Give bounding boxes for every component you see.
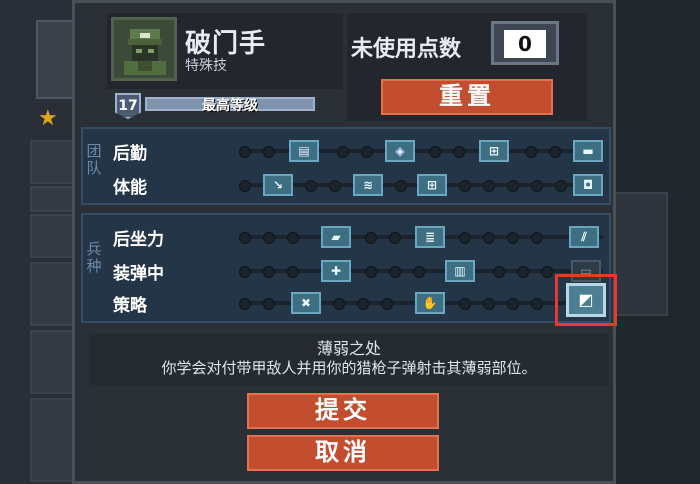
skill-node[interactable]	[263, 146, 275, 158]
reset-button[interactable]: 重置	[381, 79, 553, 115]
skill-node[interactable]	[507, 180, 519, 192]
skill-node[interactable]	[507, 298, 519, 310]
team-skill-group: 团队 后勤 体能 ▤ ◈ ⊞ ▬ ↘ ≋ ⊞ ◘	[81, 127, 611, 205]
reloading-skill-1-icon[interactable]: ✚	[321, 260, 351, 282]
logistics-skill-2-icon[interactable]: ◈	[385, 140, 415, 162]
skill-node[interactable]	[549, 146, 561, 158]
background-left-panel: ★	[0, 0, 80, 484]
skill-node[interactable]	[507, 232, 519, 244]
arms-skill-group: 兵种 后坐力 装弹中 策略 ▰ ≣ ⫽ ✚ ▥ ▭ ✖ ✋	[81, 213, 611, 323]
skill-node[interactable]	[541, 266, 553, 278]
skill-node[interactable]	[239, 232, 251, 244]
soldier-portrait-icon	[111, 17, 177, 81]
unused-points-label: 未使用点数	[351, 37, 462, 62]
skill-node[interactable]	[263, 266, 275, 278]
skill-node[interactable]	[287, 266, 299, 278]
skill-node[interactable]	[483, 232, 495, 244]
logistics-skill-1-icon[interactable]: ▤	[289, 140, 319, 162]
class-subtitle: 特殊技	[185, 58, 227, 74]
skill-node[interactable]	[413, 266, 425, 278]
skill-node[interactable]	[395, 180, 407, 192]
skill-node[interactable]	[459, 232, 471, 244]
skill-node[interactable]	[333, 298, 345, 310]
skill-node[interactable]	[389, 232, 401, 244]
tactics-skill-1-icon[interactable]: ✖	[291, 292, 321, 314]
skill-node[interactable]	[239, 146, 251, 158]
weak-spot-skill-icon[interactable]: ◩	[566, 283, 606, 317]
logistics-skill-4-icon[interactable]: ▬	[573, 140, 603, 162]
fitness-skill-4-icon[interactable]: ◘	[573, 174, 603, 196]
skill-node[interactable]	[531, 298, 543, 310]
skill-node[interactable]	[361, 146, 373, 158]
skill-node[interactable]	[531, 180, 543, 192]
selected-skill-highlight[interactable]: ◩	[555, 274, 617, 326]
fitness-skill-3-icon[interactable]: ⊞	[417, 174, 447, 196]
skill-node[interactable]	[365, 266, 377, 278]
skill-row-label-reloading: 装弹中	[113, 264, 164, 284]
skill-row-label-tactics: 策略	[113, 296, 147, 316]
skill-node[interactable]	[459, 180, 471, 192]
skill-node[interactable]	[459, 298, 471, 310]
skill-node[interactable]	[239, 266, 251, 278]
level-status: 最高等级	[202, 98, 258, 114]
skill-node[interactable]	[525, 146, 537, 158]
skill-dialog: 破门手 特殊技 17 最高等级 未使用点数 0 重置 团队 后勤 体能 ▤ ◈ …	[72, 0, 617, 484]
skill-node[interactable]	[531, 232, 543, 244]
recoil-skill-2-icon[interactable]: ≣	[415, 226, 445, 248]
skill-title: 薄弱之处	[316, 339, 381, 358]
recoil-skill-3-icon[interactable]: ⫽	[569, 226, 599, 248]
unused-points-counter: 0	[491, 21, 559, 65]
logistics-skill-3-icon[interactable]: ⊞	[479, 140, 509, 162]
arms-group-label: 兵种	[86, 240, 102, 275]
skill-node[interactable]	[239, 180, 251, 192]
tactics-skill-2-icon[interactable]: ✋	[415, 292, 445, 314]
skill-description: 你学会对付带甲敌人并用你的猎枪子弹射击其薄弱部位。	[161, 359, 537, 377]
skill-node[interactable]	[483, 180, 495, 192]
skill-node[interactable]	[483, 298, 495, 310]
fitness-skill-1-icon[interactable]: ↘	[263, 174, 293, 196]
fitness-skill-2-icon[interactable]: ≋	[353, 174, 383, 196]
unused-points-value: 0	[504, 30, 546, 58]
skill-node[interactable]	[337, 146, 349, 158]
skill-node[interactable]	[453, 146, 465, 158]
skill-node[interactable]	[263, 298, 275, 310]
skill-node[interactable]	[357, 298, 369, 310]
skill-node[interactable]	[239, 298, 251, 310]
star-icon: ★	[38, 106, 58, 131]
background-bar	[612, 192, 668, 316]
recoil-skill-1-icon[interactable]: ▰	[321, 226, 351, 248]
skill-node[interactable]	[429, 146, 441, 158]
skill-node[interactable]	[365, 232, 377, 244]
skill-node[interactable]	[287, 232, 299, 244]
skill-node[interactable]	[329, 180, 341, 192]
skill-row-label-logistics: 后勤	[113, 144, 147, 164]
skill-node[interactable]	[389, 266, 401, 278]
background-right-panel	[612, 0, 700, 484]
skill-node[interactable]	[263, 232, 275, 244]
skill-node[interactable]	[517, 266, 529, 278]
level-badge: 17	[115, 93, 141, 119]
skill-row-label-recoil: 后坐力	[113, 230, 164, 250]
skill-node[interactable]	[305, 180, 317, 192]
skill-node[interactable]	[493, 266, 505, 278]
skill-row-label-fitness: 体能	[113, 178, 147, 198]
submit-button[interactable]: 提交	[247, 393, 439, 429]
team-group-label: 团队	[86, 142, 102, 177]
reloading-skill-2-icon[interactable]: ▥	[445, 260, 475, 282]
cancel-button[interactable]: 取消	[247, 435, 439, 471]
skill-node[interactable]	[555, 180, 567, 192]
skill-node[interactable]	[381, 298, 393, 310]
